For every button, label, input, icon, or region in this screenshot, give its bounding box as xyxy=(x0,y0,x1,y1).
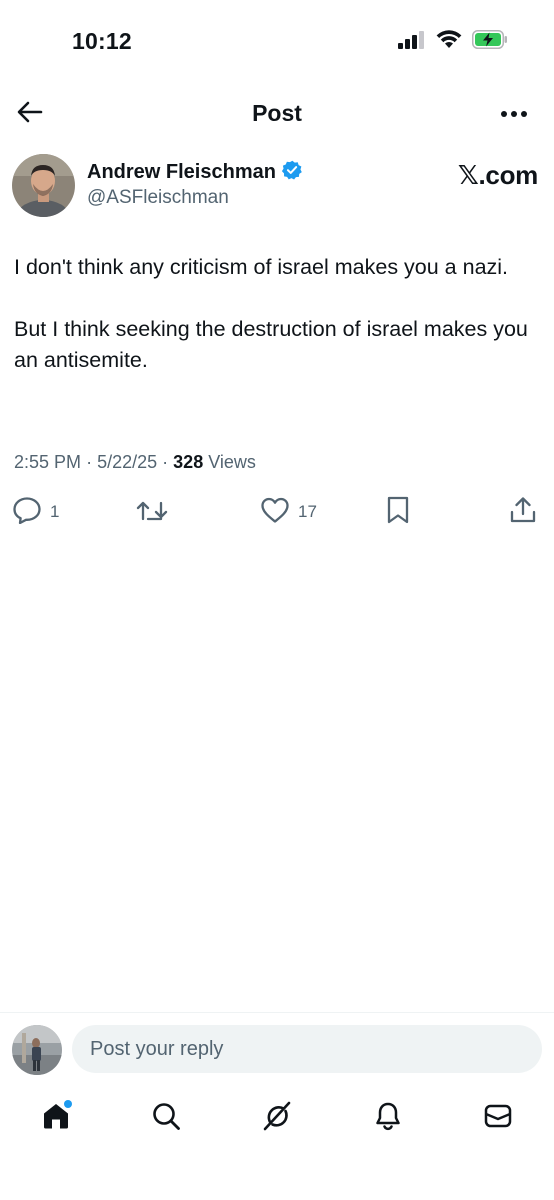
wifi-icon xyxy=(436,30,462,54)
bottom-tab-bar xyxy=(0,1088,554,1148)
post-text: I don't think any criticism of israel ma… xyxy=(14,252,540,407)
more-horizontal-icon xyxy=(500,105,528,123)
repost-button[interactable] xyxy=(136,494,176,530)
cellular-signal-icon xyxy=(398,30,426,54)
nav-bar: Post xyxy=(0,92,554,138)
tab-notifications[interactable] xyxy=(368,1098,408,1138)
user-avatar[interactable] xyxy=(12,1025,62,1075)
reply-icon xyxy=(12,496,42,529)
author-avatar[interactable] xyxy=(12,154,75,217)
share-icon xyxy=(508,495,538,530)
post-actions: 1 17 xyxy=(0,494,554,530)
grok-icon xyxy=(260,1099,294,1138)
bookmark-button[interactable] xyxy=(384,494,412,530)
post-paragraph: I don't think any criticism of israel ma… xyxy=(14,255,509,279)
share-button[interactable] xyxy=(508,494,538,530)
reply-button[interactable]: 1 xyxy=(12,494,59,530)
author-name-wrap: Andrew Fleischman xyxy=(87,160,302,185)
search-icon xyxy=(150,1100,182,1137)
page-title: Post xyxy=(252,100,302,126)
messages-icon xyxy=(482,1100,514,1137)
status-bar: 10:12 xyxy=(0,0,554,84)
meta-separator: · xyxy=(162,452,169,472)
like-count: 17 xyxy=(298,502,317,521)
more-options-button[interactable] xyxy=(496,98,532,130)
post-paragraph: But I think seeking the destruction of i… xyxy=(14,317,528,372)
reply-count: 1 xyxy=(50,502,60,521)
unread-dot xyxy=(64,1100,72,1108)
tab-search[interactable] xyxy=(146,1098,186,1138)
tab-messages[interactable] xyxy=(478,1098,518,1138)
arrow-left-icon xyxy=(17,101,43,128)
author-handle[interactable]: @ASFleischman xyxy=(87,187,229,209)
author-name[interactable]: Andrew Fleischman xyxy=(87,161,276,184)
heart-icon xyxy=(260,496,290,529)
meta-separator: · xyxy=(86,452,93,472)
back-button[interactable] xyxy=(14,98,46,130)
views-label: Views xyxy=(208,452,256,472)
post-date: 5/22/25 xyxy=(97,452,158,472)
reply-input[interactable] xyxy=(72,1025,542,1073)
reply-bar xyxy=(0,1012,554,1086)
bookmark-icon xyxy=(384,495,412,530)
like-button[interactable]: 17 xyxy=(260,494,317,530)
repost-icon xyxy=(136,497,168,528)
battery-charging-icon xyxy=(472,30,508,54)
post-time: 2:55 PM xyxy=(14,452,82,472)
tab-grok[interactable] xyxy=(257,1098,297,1138)
post-meta: 2:55 PM · 5/22/25 · 328 Views xyxy=(14,452,256,473)
post-author: Andrew Fleischman @ASFleischman 𝕏.com xyxy=(12,154,542,220)
x-logo: 𝕏.com xyxy=(457,160,538,190)
notifications-icon xyxy=(372,1100,404,1137)
verified-badge-icon xyxy=(281,160,302,185)
home-indicator xyxy=(207,1187,347,1192)
views-count[interactable]: 328 xyxy=(173,452,203,472)
status-time: 10:12 xyxy=(72,28,132,54)
tab-home[interactable] xyxy=(36,1098,76,1138)
status-icons xyxy=(398,30,508,54)
